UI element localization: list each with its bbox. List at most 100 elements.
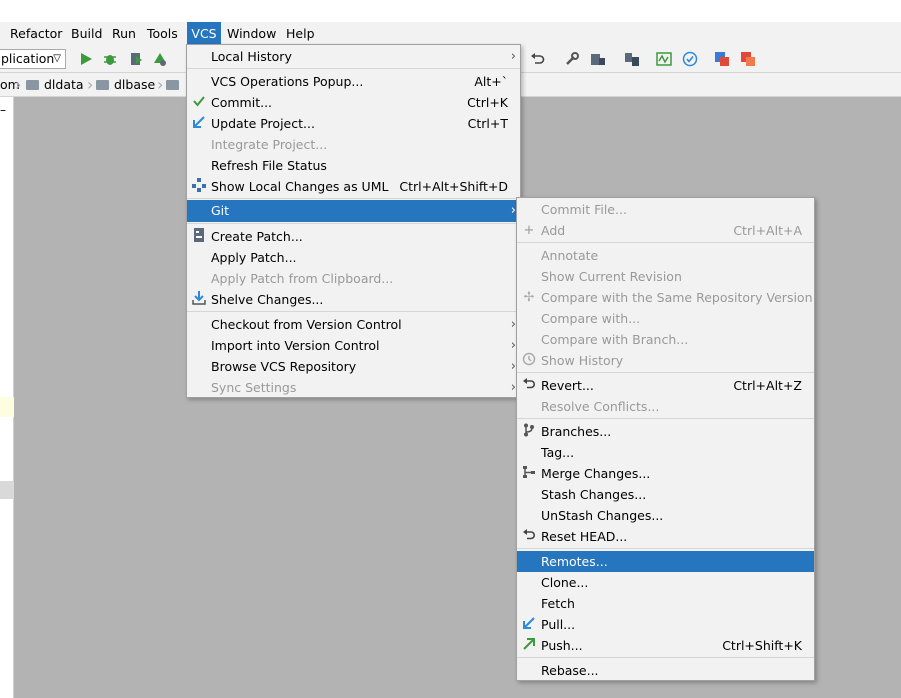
project-structure-icon[interactable] bbox=[590, 51, 606, 67]
git-item-merge-changes[interactable]: Merge Changes... bbox=[517, 463, 814, 484]
check-circle-icon[interactable] bbox=[682, 51, 698, 67]
vcs-item-commit[interactable]: Commit... Ctrl+K bbox=[187, 92, 520, 113]
item-label: Checkout from Version Control bbox=[211, 317, 402, 332]
menu-vcs[interactable]: VCS bbox=[187, 22, 221, 45]
divider bbox=[517, 242, 814, 243]
vcs-item-operations-popup[interactable]: VCS Operations Popup... Alt+` bbox=[187, 71, 520, 92]
divider bbox=[517, 548, 814, 549]
menu-build[interactable]: Build bbox=[67, 22, 106, 45]
item-label: Commit... bbox=[211, 95, 273, 110]
git-item-pull[interactable]: Pull... bbox=[517, 614, 814, 635]
item-label: Compare with Branch... bbox=[541, 332, 689, 347]
divider bbox=[517, 418, 814, 419]
git-item-remotes[interactable]: Remotes... bbox=[517, 551, 814, 572]
branch-icon bbox=[521, 423, 537, 440]
item-label: Compare with... bbox=[541, 311, 641, 326]
menu-tools[interactable]: Tools bbox=[143, 22, 182, 45]
breadcrumb-separator: › bbox=[157, 75, 164, 94]
breadcrumb-label: dldata bbox=[44, 77, 84, 92]
breadcrumb-separator: › bbox=[15, 75, 22, 94]
breadcrumb-label: dlbase bbox=[114, 77, 156, 92]
item-label: Push... bbox=[541, 638, 583, 653]
undo-icon[interactable] bbox=[530, 51, 546, 67]
item-label: Revert... bbox=[541, 378, 594, 393]
git-item-clone[interactable]: Clone... bbox=[517, 572, 814, 593]
translate-icon[interactable] bbox=[714, 51, 730, 67]
item-label: Apply Patch... bbox=[211, 250, 297, 265]
wrench-icon[interactable] bbox=[564, 51, 580, 67]
item-shortcut: Ctrl+Shift+K bbox=[722, 638, 802, 653]
menu-refactor[interactable]: Refactor bbox=[6, 22, 66, 45]
item-label: Fetch bbox=[541, 596, 575, 611]
item-shortcut: Alt+` bbox=[474, 74, 508, 89]
revert-icon bbox=[521, 377, 537, 394]
divider bbox=[517, 372, 814, 373]
item-shortcut: Ctrl+Alt+Z bbox=[733, 378, 802, 393]
vcs-item-import[interactable]: Import into Version Control › bbox=[187, 335, 520, 356]
folder-icon bbox=[26, 80, 39, 90]
vcs-item-integrate-project: Integrate Project... bbox=[187, 134, 520, 155]
item-label: Show History bbox=[541, 353, 624, 368]
item-label: Remotes... bbox=[541, 554, 608, 569]
folder-icon bbox=[96, 80, 109, 90]
merge-icon bbox=[521, 465, 537, 482]
breadcrumb-item[interactable]: dldata bbox=[26, 73, 84, 97]
vcs-item-show-local-changes-uml[interactable]: Show Local Changes as UML Ctrl+Alt+Shift+… bbox=[187, 176, 520, 197]
git-item-fetch[interactable]: Fetch bbox=[517, 593, 814, 614]
git-item-reset-head[interactable]: Reset HEAD... bbox=[517, 526, 814, 547]
menu-run[interactable]: Run bbox=[108, 22, 140, 45]
sdk-manager-icon[interactable] bbox=[624, 51, 640, 67]
git-item-resolve-conflicts: Resolve Conflicts... bbox=[517, 396, 814, 417]
vcs-item-apply-patch-clipboard: Apply Patch from Clipboard... bbox=[187, 268, 520, 289]
project-panel: – bbox=[0, 97, 14, 698]
vcs-item-git[interactable]: Git › bbox=[187, 200, 520, 222]
menu-help[interactable]: Help bbox=[282, 22, 319, 45]
breadcrumb-item[interactable]: dlbase bbox=[96, 73, 155, 97]
google-translate-icon[interactable] bbox=[740, 51, 756, 67]
run-icon[interactable] bbox=[78, 51, 94, 67]
collapse-icon[interactable]: – bbox=[0, 103, 6, 117]
git-item-unstash-changes[interactable]: UnStash Changes... bbox=[517, 505, 814, 526]
vcs-item-refresh-file-status[interactable]: Refresh File Status bbox=[187, 155, 520, 176]
vcs-item-checkout[interactable]: Checkout from Version Control › bbox=[187, 314, 520, 335]
item-label: Integrate Project... bbox=[211, 137, 328, 152]
git-item-push[interactable]: Push... Ctrl+Shift+K bbox=[517, 635, 814, 656]
git-item-compare-same-repo: ✢ Compare with the Same Repository Versio… bbox=[517, 287, 814, 308]
vcs-item-local-history[interactable]: Local History › bbox=[187, 46, 520, 67]
item-shortcut: Ctrl+T bbox=[467, 116, 508, 131]
folder-icon bbox=[166, 80, 179, 90]
debug-icon[interactable] bbox=[102, 51, 118, 67]
vcs-item-create-patch[interactable]: Create Patch... bbox=[187, 226, 520, 247]
git-item-tag[interactable]: Tag... bbox=[517, 442, 814, 463]
profile-icon[interactable] bbox=[152, 51, 168, 67]
history-clock-icon bbox=[521, 352, 537, 369]
vcs-item-sync-settings: Sync Settings › bbox=[187, 377, 520, 398]
item-label: Reset HEAD... bbox=[541, 529, 628, 544]
menu-window[interactable]: Window bbox=[223, 22, 280, 45]
item-shortcut: Ctrl+Alt+Shift+D bbox=[399, 179, 508, 194]
reset-icon bbox=[521, 528, 537, 545]
run-config-select[interactable]: plication ▽ bbox=[0, 49, 66, 69]
git-item-rebase[interactable]: Rebase... bbox=[517, 660, 814, 681]
item-label: Sync Settings bbox=[211, 380, 297, 395]
item-label: Create Patch... bbox=[211, 229, 303, 244]
git-item-compare-branch: Compare with Branch... bbox=[517, 329, 814, 350]
item-label: VCS Operations Popup... bbox=[211, 74, 364, 89]
breadcrumb-item[interactable] bbox=[166, 73, 184, 97]
git-item-show-history: Show History bbox=[517, 350, 814, 371]
git-item-revert[interactable]: Revert... Ctrl+Alt+Z bbox=[517, 375, 814, 396]
vcs-item-update-project[interactable]: Update Project... Ctrl+T bbox=[187, 113, 520, 134]
item-label: Update Project... bbox=[211, 116, 315, 131]
git-item-commit-file: Commit File... bbox=[517, 199, 814, 220]
item-label: Annotate bbox=[541, 248, 599, 263]
git-item-branches[interactable]: Branches... bbox=[517, 421, 814, 442]
coverage-icon[interactable] bbox=[128, 51, 144, 67]
vcs-item-apply-patch[interactable]: Apply Patch... bbox=[187, 247, 520, 268]
git-item-stash-changes[interactable]: Stash Changes... bbox=[517, 484, 814, 505]
vcs-item-browse-repository[interactable]: Browse VCS Repository › bbox=[187, 356, 520, 377]
check-icon bbox=[191, 94, 207, 111]
monitor-icon[interactable] bbox=[656, 51, 672, 67]
item-label: Git bbox=[211, 203, 230, 218]
update-arrow-icon bbox=[191, 115, 207, 132]
vcs-item-shelve-changes[interactable]: Shelve Changes... bbox=[187, 289, 520, 310]
